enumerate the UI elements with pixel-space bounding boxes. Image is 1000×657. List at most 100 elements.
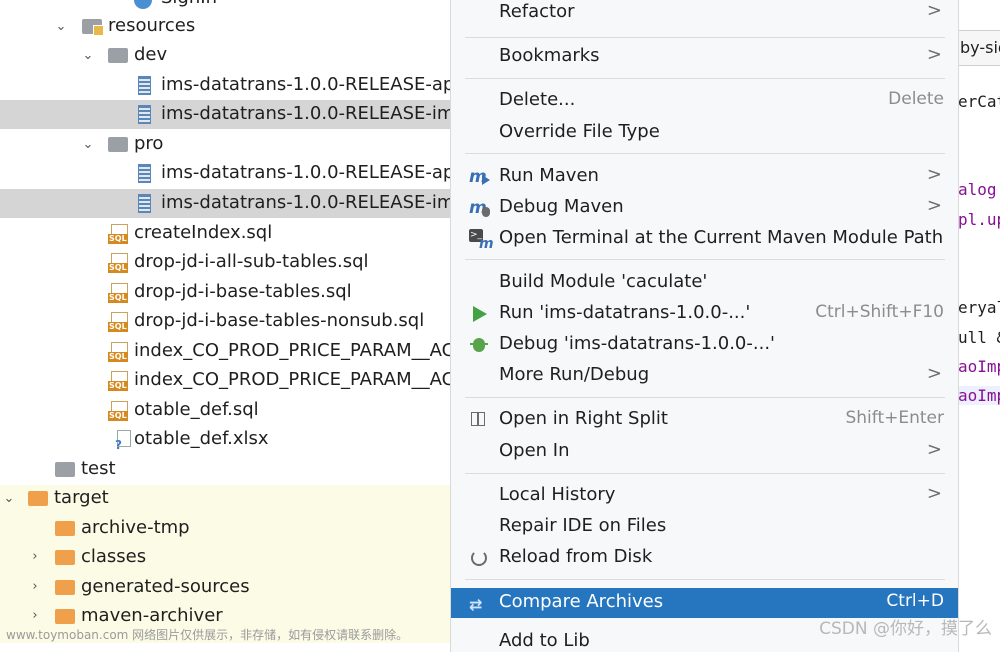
chevron-right-icon[interactable]: › (28, 550, 42, 564)
tree-item-test[interactable]: test (0, 455, 450, 484)
chevron-down-icon[interactable]: ⌄ (2, 492, 16, 506)
folder-icon (55, 462, 75, 477)
maven-debug-icon: m (469, 198, 491, 220)
chevron-down-icon[interactable]: ⌄ (81, 49, 95, 63)
chevron-right-icon[interactable]: › (28, 580, 42, 594)
context-menu: Refactor > Bookmarks > Delete... Delete … (450, 0, 959, 652)
menu-separator (465, 78, 945, 79)
menu-item-repair-ide[interactable]: Repair IDE on Files (451, 512, 958, 542)
chevron-right-icon: > (926, 363, 942, 384)
unknown-file-icon: ? (115, 430, 131, 452)
code-line: aoImp (958, 357, 1000, 376)
code-editor[interactable]: by-sid erCat alog pl.up eryal ull & aoIm… (958, 0, 1000, 643)
project-tree: SignIn ⌄ resources ⌄ dev ims-datatrans-1… (0, 0, 450, 643)
chevron-right-icon: > (926, 0, 942, 21)
menu-item-bookmarks[interactable]: Bookmarks > (451, 42, 958, 72)
tree-item-resources[interactable]: ⌄ resources (0, 12, 450, 41)
folder-icon (108, 48, 128, 63)
menu-item-build-module[interactable]: Build Module 'caculate' (451, 268, 958, 298)
tree-item-file[interactable]: SQL index_CO_PROD_PRICE_PARAM__ACT (0, 337, 450, 366)
chevron-right-icon: > (926, 44, 942, 65)
tree-item-jar-selected[interactable]: ims-datatrans-1.0.0-RELEASE-imp (0, 189, 450, 218)
tree-item-pro[interactable]: ⌄ pro (0, 130, 450, 159)
resources-folder-icon (82, 19, 104, 36)
menu-item-run-maven[interactable]: m Run Maven > (451, 162, 958, 192)
menu-separator (465, 473, 945, 474)
sql-file-icon: SQL (108, 312, 130, 332)
folder-icon (108, 137, 128, 152)
run-icon (469, 304, 491, 326)
maven-terminal-icon: >_ m (469, 229, 494, 252)
code-line: eryal (958, 298, 1000, 317)
tree-item-target[interactable]: ⌄ target (0, 484, 450, 513)
code-line: ull & (958, 328, 1000, 347)
chevron-right-icon: > (926, 164, 942, 185)
sql-file-icon: SQL (108, 401, 130, 421)
chevron-right-icon: > (926, 483, 942, 504)
code-line: pl.up (958, 210, 1000, 229)
tree-item-classes[interactable]: › classes (0, 543, 450, 572)
tree-item-dev[interactable]: ⌄ dev (0, 41, 450, 70)
menu-separator (465, 153, 945, 154)
watermark-left: www.toymoban.com 网络图片仅供展示，非存储，如有侵权请联系删除。 (6, 628, 409, 642)
jar-icon (138, 76, 151, 95)
menu-item-run[interactable]: Run 'ims-datatrans-1.0.0-...' Ctrl+Shift… (451, 299, 958, 329)
tree-item-file[interactable]: ? otable_def.xlsx (0, 425, 450, 454)
menu-item-debug-maven[interactable]: m Debug Maven > (451, 193, 958, 223)
menu-item-delete[interactable]: Delete... Delete (451, 86, 958, 116)
menu-item-override-file-type[interactable]: Override File Type (451, 118, 958, 148)
jar-icon (138, 164, 151, 183)
debug-icon (469, 335, 491, 357)
tree-item-jar[interactable]: ims-datatrans-1.0.0-RELEASE-api.j (0, 71, 450, 100)
sql-file-icon: SQL (108, 224, 130, 244)
code-line: aoImp (958, 386, 1000, 405)
jar-icon (138, 105, 151, 124)
chevron-right-icon[interactable]: › (28, 609, 42, 623)
menu-item-refactor[interactable]: Refactor > (451, 0, 958, 28)
sql-file-icon: SQL (108, 371, 130, 391)
menu-item-debug[interactable]: Debug 'ims-datatrans-1.0.0-...' (451, 330, 958, 360)
sql-file-icon: SQL (108, 283, 130, 303)
sql-file-icon: SQL (108, 342, 130, 362)
menu-item-local-history[interactable]: Local History > (451, 481, 958, 511)
tree-item-archive-tmp[interactable]: archive-tmp (0, 514, 450, 543)
split-icon (469, 410, 491, 432)
reload-icon (469, 548, 491, 570)
menu-item-reload-from-disk[interactable]: Reload from Disk (451, 543, 958, 573)
sql-file-icon: SQL (108, 253, 130, 273)
tree-item-jar-selected[interactable]: ims-datatrans-1.0.0-RELEASE-imp (0, 100, 450, 129)
menu-item-more-run-debug[interactable]: More Run/Debug > (451, 361, 958, 391)
maven-run-icon: m (469, 167, 491, 189)
menu-separator (465, 259, 945, 260)
code-line: alog (958, 180, 997, 199)
tree-item-file[interactable]: SQL index_CO_PROD_PRICE_PARAM__ACT (0, 366, 450, 395)
tree-item-file[interactable]: SQL drop-jd-i-base-tables-nonsub.sql (0, 307, 450, 336)
menu-separator (465, 397, 945, 398)
watermark-right: CSDN @你好，摸了么 (819, 619, 992, 639)
excluded-folder-icon (55, 550, 75, 565)
editor-tab[interactable]: by-sid (958, 30, 1000, 66)
menu-item-open-right-split[interactable]: Open in Right Split Shift+Enter (451, 405, 958, 435)
tree-item-file[interactable]: SQL otable_def.sql (0, 396, 450, 425)
tree-item-jar[interactable]: ims-datatrans-1.0.0-RELEASE-api.j (0, 159, 450, 188)
jar-icon (138, 194, 151, 213)
compare-icon: ⇄ (469, 595, 483, 614)
code-line: erCat (958, 92, 1000, 111)
tree-item-file[interactable]: SQL drop-jd-i-all-sub-tables.sql (0, 248, 450, 277)
chevron-down-icon[interactable]: ⌄ (54, 20, 68, 34)
chevron-right-icon: > (926, 439, 942, 460)
menu-separator (465, 37, 945, 38)
menu-item-open-terminal[interactable]: >_ m Open Terminal at the Current Maven M… (451, 224, 958, 254)
chevron-right-icon: > (926, 195, 942, 216)
excluded-folder-icon (55, 580, 75, 595)
excluded-folder-icon (28, 491, 48, 506)
tree-item-generated-sources[interactable]: › generated-sources (0, 573, 450, 602)
excluded-folder-icon (55, 521, 75, 536)
tree-item-file[interactable]: SQL drop-jd-i-base-tables.sql (0, 278, 450, 307)
menu-item-open-in[interactable]: Open In > (451, 437, 958, 467)
chevron-down-icon[interactable]: ⌄ (81, 138, 95, 152)
tree-item-file[interactable]: SQL createIndex.sql (0, 219, 450, 248)
excluded-folder-icon (55, 609, 75, 624)
settings-file-icon (134, 0, 152, 9)
menu-separator (465, 579, 945, 580)
